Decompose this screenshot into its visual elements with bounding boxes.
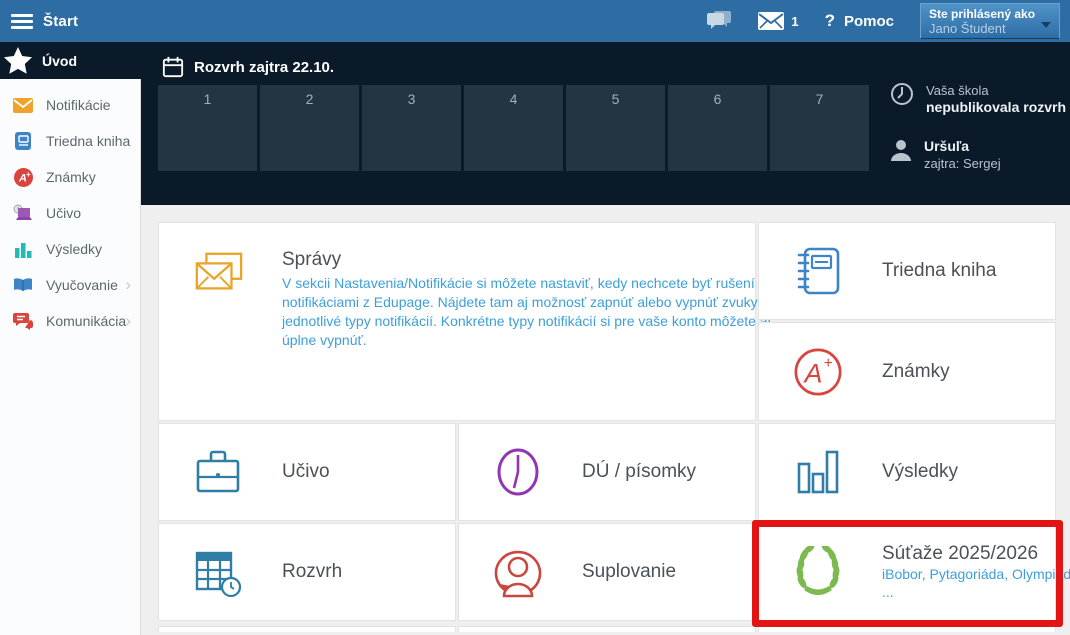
sidebar-item-uvod[interactable]: Úvod [0,42,141,79]
chevron-down-icon [1041,22,1051,28]
partial-tile [458,626,756,632]
top-bar: Štart 1 ? Pomoc Ste prihlásený ako Jano … [0,0,1070,42]
school-label: Vaša škola [926,83,989,98]
tile-title: Výsledky [882,461,959,482]
open-book-icon [13,275,33,295]
period-cell[interactable]: 3 [362,85,461,171]
partial-tile [758,626,1056,632]
tile-title: Súťaže 2025/2026 [882,543,1039,564]
edupage-home-page: Štart 1 ? Pomoc Ste prihlásený ako Jano … [0,0,1070,635]
timetable-header: Rozvrh zajtra 22.10. [162,56,334,78]
tile-du-pisomky[interactable]: DÚ / písomky [458,423,756,521]
sidebar-item-label: Úvod [42,52,77,69]
main-content: Správy V sekcii Nastavenia/Notifikácie s… [141,205,1070,635]
period-cell[interactable]: 1 [158,85,257,171]
tile-triedna-kniha[interactable]: Triedna kniha [758,222,1056,320]
tile-title: Známky [882,360,950,382]
tile-subtitle: iBobor, Pytagoriáda, Olympiáda, ... [882,566,1070,600]
tile-ucivo[interactable]: Učivo [158,423,456,521]
timetable-grid-icon [193,547,243,597]
laurel-wreath-icon [793,546,843,598]
tile-title: Správy [282,249,342,270]
hamburger-menu-icon[interactable] [11,11,33,32]
svg-text:A: A [803,358,823,388]
clock-icon [891,83,913,105]
sidebar-item-notifikacie[interactable]: Notifikácie [0,87,140,123]
period-cell[interactable]: 6 [668,85,767,171]
next-row-partial [158,626,1056,632]
sidebar-item-vyucovanie[interactable]: Vyučovanie › [0,267,140,303]
logged-in-user-dropdown[interactable]: Ste prihlásený ako Jano Študent [920,3,1060,39]
tile-sutaze[interactable]: Súťaže 2025/2026 iBobor, Pytagoriáda, Ol… [758,523,1070,621]
briefcase-icon [193,449,243,495]
substitution-person-icon [493,546,543,598]
teacher-substitution-info: Uršuľa zajtra: Sergej [890,138,1066,172]
sidebar-item-triedna-kniha[interactable]: Triedna kniha [0,123,140,159]
class-register-icon [13,131,33,151]
clock-icon [493,447,543,497]
sidebar: Notifikácie Triedna kniha A + Známky Uči… [0,79,141,635]
spiral-notebook-icon [793,246,843,296]
sidebar-item-ucivo[interactable]: Učivo [0,195,140,231]
bar-chart-icon [793,448,843,496]
unread-mail-count: 1 [791,13,799,29]
chevron-right-icon: › [125,311,131,330]
tile-vysledky[interactable]: Výsledky [758,423,1056,521]
laptop-clock-icon [13,203,33,223]
tile-rozvrh[interactable]: Rozvrh [158,523,456,621]
star-icon [3,46,32,74]
tile-title: Rozvrh [282,561,343,582]
notifications-envelope-icon [13,95,33,115]
user-name: Jano Študent [929,21,1006,36]
tile-suplovanie[interactable]: Suplovanie [458,523,756,621]
calendar-icon [162,56,184,78]
period-cell[interactable]: 4 [464,85,563,171]
tile-znamky[interactable]: A + Známky [758,322,1056,421]
sidebar-item-komunikacia[interactable]: Komunikácia › [0,303,140,339]
help-button[interactable]: ? Pomoc [825,11,894,31]
grade-a-plus-icon: A + [13,167,33,187]
school-timetable-status: Vaša škola nepublikovala rozvrh [890,82,1066,116]
period-cell[interactable]: 5 [566,85,665,171]
tile-title: Učivo [282,461,330,482]
svg-text:+: + [26,170,31,179]
period-cell[interactable]: 7 [770,85,869,171]
teacher-info: zajtra: Sergej [924,156,1001,171]
person-icon [891,140,911,161]
school-status: nepublikovala rozvrh [926,99,1067,115]
svg-text:+: + [824,355,833,372]
teacher-name: Uršuľa [924,138,970,154]
tile-spravy[interactable]: Správy V sekcii Nastavenia/Notifikácie s… [158,222,782,421]
sidebar-item-vysledky[interactable]: Výsledky [0,231,140,267]
partial-tile [158,626,456,632]
chevron-right-icon: › [125,275,131,294]
period-cell[interactable]: 2 [260,85,359,171]
chat-bubbles-icon [13,311,33,331]
timetable-band: Rozvrh zajtra 22.10. 1 2 3 4 5 6 7 Vaša … [0,42,1070,205]
period-row: 1 2 3 4 5 6 7 [158,85,869,171]
question-mark-icon: ? [824,11,835,30]
login-status-label: Ste prihlásený ako [929,7,1036,21]
double-envelope-icon [193,251,243,295]
grade-a-plus-icon: A + [793,346,843,398]
tile-title: DÚ / písomky [582,461,697,482]
chat-bubbles-icon[interactable] [706,9,732,33]
start-menu-button[interactable]: Štart [43,13,78,30]
messages-envelope-icon[interactable]: 1 [758,12,799,30]
bar-chart-icon [13,239,33,259]
tile-description: V sekcii Nastavenia/Notifikácie si môžet… [282,275,782,348]
sidebar-item-znamky[interactable]: A + Známky [0,159,140,195]
tile-title: Suplovanie [582,561,677,582]
tile-title: Triedna kniha [882,260,997,281]
timetable-title: Rozvrh zajtra 22.10. [194,58,335,76]
